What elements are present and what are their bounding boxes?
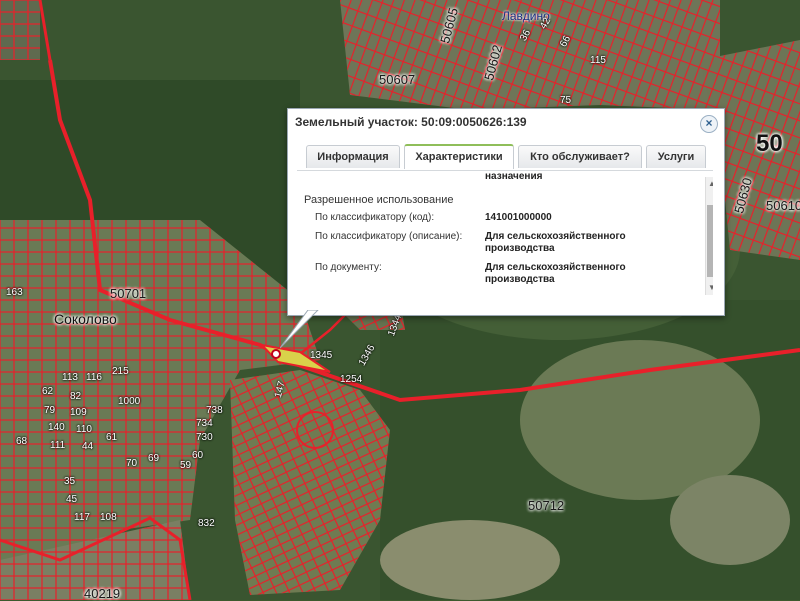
field-value-document: Для сельскохозяйственного производства xyxy=(485,262,626,285)
section-heading: Разрешенное использование xyxy=(304,194,454,206)
scrollbar[interactable]: ▲ ▼ xyxy=(705,177,713,295)
tab-information[interactable]: Информация xyxy=(306,145,400,168)
quarter-label: 50701 xyxy=(110,286,147,301)
plot-number: 140 xyxy=(48,422,65,433)
plot-number: 75 xyxy=(560,95,572,106)
quarter-label: 50610 xyxy=(766,198,800,213)
plot-number: 108 xyxy=(100,512,117,523)
plot-number: 115 xyxy=(590,55,606,66)
plot-number: 62 xyxy=(42,386,54,397)
quarter-label: 50607 xyxy=(379,72,416,87)
plot-number: 68 xyxy=(16,436,28,447)
plot-number: 69 xyxy=(148,453,160,464)
popup-pointer xyxy=(280,310,319,349)
plot-number: 117 xyxy=(74,512,90,523)
plot-number: 738 xyxy=(206,405,223,416)
plot-number: 730 xyxy=(196,432,213,443)
village-label: Соколово xyxy=(54,311,117,327)
plot-number: 1254 xyxy=(340,374,363,385)
close-icon[interactable]: × xyxy=(700,115,718,133)
plot-number: 1345 xyxy=(310,350,333,361)
field-label-description: По классификатору (описание): xyxy=(315,231,463,242)
scroll-up-icon[interactable]: ▲ xyxy=(707,179,713,189)
popup-title: Земельный участок: 50:09:0050626:139 xyxy=(295,115,527,129)
plot-number: 163 xyxy=(6,287,23,298)
field-value-code: 141001000000 xyxy=(485,212,552,223)
quarter-label: 40219 xyxy=(84,586,121,601)
quarter-label: 50712 xyxy=(528,498,565,513)
plot-number: 82 xyxy=(70,391,82,402)
big-quarter-label: 50 xyxy=(756,130,783,157)
tab-content[interactable]: назначения Разрешенное использование По … xyxy=(297,170,713,297)
plot-number: 45 xyxy=(66,494,78,505)
plot-number: 44 xyxy=(82,441,94,452)
plot-number: 61 xyxy=(106,432,118,443)
scroll-down-icon[interactable]: ▼ xyxy=(707,283,713,293)
plot-number: 35 xyxy=(64,476,76,487)
plot-number: 59 xyxy=(180,460,192,471)
plot-number: 113 xyxy=(62,372,78,383)
plot-number: 110 xyxy=(76,424,92,435)
tab-services[interactable]: Услуги xyxy=(646,145,706,168)
cut-off-text: назначения xyxy=(485,171,543,182)
plot-number: 215 xyxy=(112,366,129,377)
parcel-info-popup: Земельный участок: 50:09:0050626:139 × И… xyxy=(287,108,725,316)
scroll-thumb[interactable] xyxy=(707,205,713,277)
field-label-code: По классификатору (код): xyxy=(315,212,435,223)
field-label-document: По документу: xyxy=(315,262,382,273)
plot-number: 70 xyxy=(126,458,138,469)
parcel-marker-icon[interactable] xyxy=(271,349,281,359)
plot-number: 79 xyxy=(44,405,56,416)
plot-number: 60 xyxy=(192,450,204,461)
plot-number: 734 xyxy=(196,418,213,429)
plot-number: 116 xyxy=(86,372,102,383)
plot-number: 111 xyxy=(50,440,66,451)
tab-characteristics[interactable]: Характеристики xyxy=(404,144,514,169)
plot-number: 1000 xyxy=(118,396,141,407)
tab-who-serves[interactable]: Кто обслуживает? xyxy=(518,145,642,168)
field-value-description: Для сельскохозяйственного производства xyxy=(485,231,626,254)
plot-number: 109 xyxy=(70,407,87,418)
plot-number: 832 xyxy=(198,518,215,529)
